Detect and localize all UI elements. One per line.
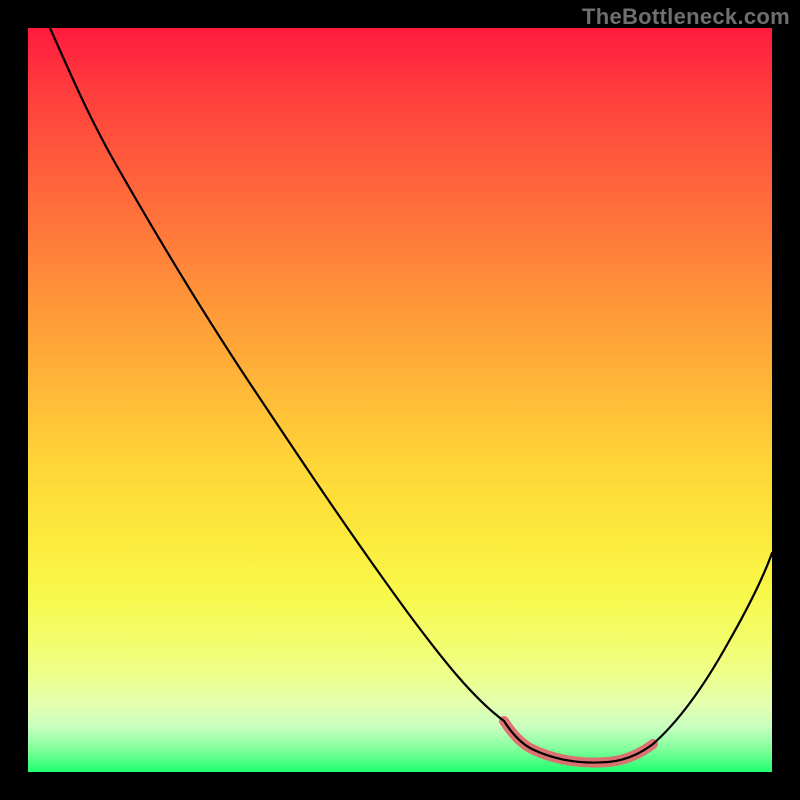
plot-area xyxy=(28,28,772,772)
chart-svg xyxy=(28,28,772,772)
watermark-text: TheBottleneck.com xyxy=(582,4,790,30)
chart-frame: TheBottleneck.com xyxy=(0,0,800,800)
bottleneck-curve xyxy=(50,28,772,763)
